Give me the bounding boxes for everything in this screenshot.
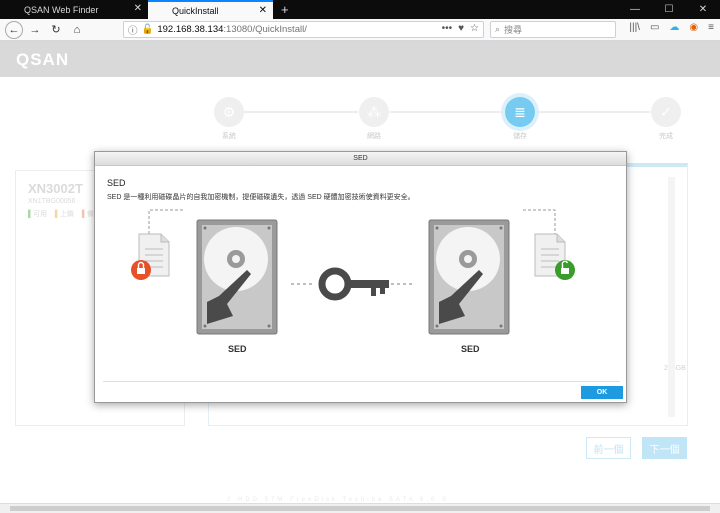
connector-right (523, 209, 556, 234)
info-icon[interactable]: ⓘ (128, 23, 138, 37)
url-host: 192.168.38.134 (157, 24, 224, 35)
qsan-logo: QSAN (16, 50, 70, 69)
sed-label-right: SED (461, 344, 480, 354)
forward-button[interactable]: → (26, 21, 44, 39)
key-icon (318, 267, 389, 301)
close-icon[interactable]: ✕ (134, 3, 142, 14)
scrollbar-thumb[interactable] (10, 506, 710, 511)
library-icon[interactable]: |||\ (629, 22, 640, 33)
page-actions-icon[interactable]: ••• (442, 23, 453, 34)
sed-label-left: SED (228, 344, 247, 354)
maximize-icon[interactable]: ☐ (652, 0, 686, 19)
window-controls: — ☐ ✕ (618, 0, 720, 19)
dialog-heading: SED (107, 178, 126, 188)
tab-quickinstall[interactable]: QuickInstall ✕ (148, 0, 273, 19)
ok-button[interactable]: OK (581, 386, 623, 399)
dialog-title: SED (95, 152, 626, 166)
tab-qsan-web-finder[interactable]: QSAN Web Finder ✕ (0, 0, 148, 19)
horizontal-scrollbar[interactable] (0, 503, 720, 513)
search-placeholder: 搜尋 (504, 25, 523, 35)
url-bar[interactable]: ⓘ 🔓 192.168.38.134:13080/QuickInstall/ •… (123, 21, 484, 38)
reload-button[interactable]: ↻ (47, 21, 65, 39)
hard-drive-left (196, 219, 278, 335)
extension-icon[interactable]: ◉ (689, 22, 698, 33)
sed-dialog: SED SED SED 是一種利用磁碟晶片的自我加密機制，提便磁碟遺失，透過 S… (94, 151, 627, 403)
sidebar-icon[interactable]: ▭ (650, 22, 659, 33)
browser-tab-bar: QSAN Web Finder ✕ QuickInstall ✕ + — ☐ ✕ (0, 0, 720, 19)
sync-icon[interactable]: ☁ (669, 22, 679, 33)
insecure-lock-icon: 🔓 (141, 24, 154, 35)
unlocked-document-icon (534, 233, 575, 280)
browser-nav-bar: ← → ↻ ⌂ ⓘ 🔓 192.168.38.134:13080/QuickIn… (0, 19, 720, 41)
app-header: QSAN (0, 41, 720, 77)
close-icon[interactable]: ✕ (259, 5, 267, 16)
dialog-divider (103, 381, 620, 382)
hard-drive-right (428, 219, 510, 335)
bookmark-star-icon[interactable]: ☆ (470, 23, 479, 34)
new-tab-button[interactable]: + (273, 0, 297, 19)
home-button[interactable]: ⌂ (68, 21, 86, 39)
locked-document-icon (131, 233, 170, 280)
back-button[interactable]: ← (5, 20, 23, 39)
tab-title: QSAN Web Finder (24, 4, 99, 15)
minimize-icon[interactable]: — (618, 0, 652, 19)
search-icon: ⌕ (495, 24, 501, 34)
dialog-description: SED 是一種利用磁碟晶片的自我加密機制，提便磁碟遺失，透過 SED 硬體加密技… (107, 194, 415, 201)
search-input[interactable]: ⌕ 搜尋 (490, 21, 616, 38)
sed-illustration (131, 209, 575, 335)
menu-icon[interactable]: ≡ (708, 22, 714, 33)
url-path: :13080/QuickInstall/ (223, 24, 307, 35)
pocket-icon[interactable]: ♥ (458, 23, 464, 34)
tab-title: QuickInstall (172, 5, 219, 16)
window-close-icon[interactable]: ✕ (686, 0, 720, 19)
